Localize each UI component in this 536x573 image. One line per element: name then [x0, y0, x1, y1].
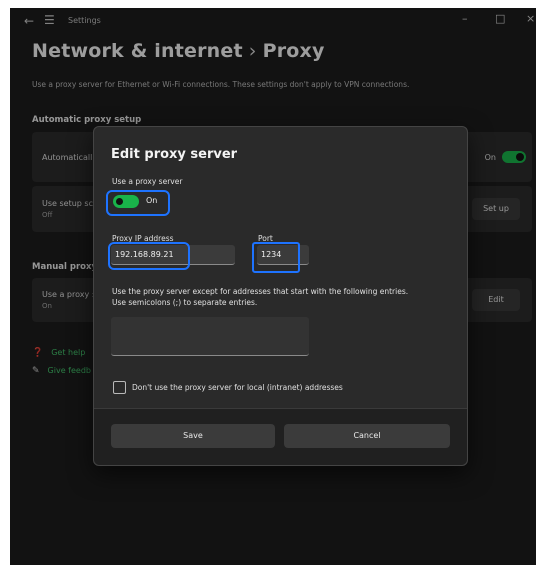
dialog-footer: Save Cancel [94, 408, 467, 465]
dialog-title: Edit proxy server [111, 147, 238, 162]
annotation-circle-toggle [106, 190, 170, 216]
exceptions-description-1: Use the proxy server except for addresse… [112, 287, 409, 296]
cancel-button[interactable]: Cancel [284, 424, 450, 448]
edit-proxy-dialog: Edit proxy server Use a proxy server On … [93, 126, 468, 466]
save-button[interactable]: Save [111, 424, 275, 448]
annotation-box-port [252, 242, 300, 273]
settings-window: ← ☰ Settings – □ × Network & internet › Pr… [10, 8, 536, 565]
local-addresses-checkbox[interactable] [113, 381, 126, 394]
use-proxy-label: Use a proxy server [112, 177, 183, 186]
exceptions-textarea[interactable] [111, 317, 309, 356]
local-addresses-label: Don't use the proxy server for local (in… [132, 383, 343, 392]
exceptions-description-2: Use semicolons (;) to separate entries. [112, 298, 258, 307]
annotation-circle-ip [108, 242, 190, 270]
